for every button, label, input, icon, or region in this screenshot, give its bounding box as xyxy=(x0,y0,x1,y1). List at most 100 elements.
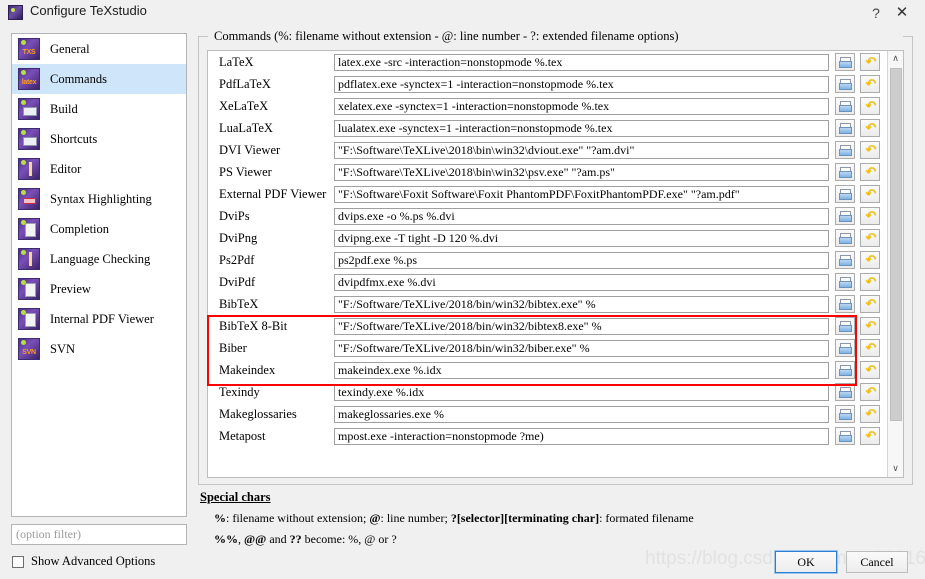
scroll-down-arrow-icon[interactable]: ∨ xyxy=(888,461,903,477)
special-chars-section: Special chars %: filename without extens… xyxy=(200,490,900,547)
browse-command-button[interactable] xyxy=(835,141,855,159)
browse-command-button[interactable] xyxy=(835,185,855,203)
command-value-input[interactable]: dvips.exe -o %.ps %.dvi xyxy=(334,207,829,225)
browse-command-button[interactable] xyxy=(835,273,855,291)
command-value-input[interactable]: "F:/Software/TeXLive/2018/bin/win32/bibe… xyxy=(334,339,829,357)
reset-command-button[interactable]: ↶ xyxy=(860,97,880,115)
command-row: DVI Viewer "F:\Software\TeXLive\2018\bin\… xyxy=(208,139,885,161)
command-value-input[interactable]: "F:\Software\TeXLive\2018\bin\win32\psv.… xyxy=(334,163,829,181)
reset-command-button[interactable]: ↶ xyxy=(860,273,880,291)
command-value-input[interactable]: "F:\Software\Foxit Software\Foxit Phanto… xyxy=(334,185,829,203)
icon-shape xyxy=(25,313,36,327)
ok-button[interactable]: OK xyxy=(774,550,838,574)
reset-command-button[interactable]: ↶ xyxy=(860,75,880,93)
undo-arrow-icon: ↶ xyxy=(865,77,877,92)
command-value-input[interactable]: lualatex.exe -synctex=1 -interaction=non… xyxy=(334,119,829,137)
sidebar-item-svn[interactable]: SVN SVN xyxy=(12,334,186,364)
help-button[interactable]: ? xyxy=(866,3,886,23)
sidebar-item-syntax-highlighting[interactable]: Syntax Highlighting xyxy=(12,184,186,214)
command-value-input[interactable]: ps2pdf.exe %.ps xyxy=(334,251,829,269)
undo-arrow-icon: ↶ xyxy=(865,275,877,290)
sidebar-item-internal-pdf-viewer[interactable]: Internal PDF Viewer xyxy=(12,304,186,334)
command-value-input[interactable]: pdflatex.exe -synctex=1 -interaction=non… xyxy=(334,75,829,93)
command-value-input[interactable]: "F:\Software\TeXLive\2018\bin\win32\dvio… xyxy=(334,141,829,159)
browse-command-button[interactable] xyxy=(835,427,855,445)
settings-category-list[interactable]: TXS General latex Commands Build Shortcuts Edi… xyxy=(11,33,187,517)
command-value-input[interactable]: dvipdfmx.exe %.dvi xyxy=(334,273,829,291)
special-chars-line-2: %%, @@ and ?? become: %, @ or ? xyxy=(214,532,900,547)
title-bar: Configure TeXstudio ? ✕ xyxy=(0,0,925,27)
sidebar-item-general[interactable]: TXS General xyxy=(12,34,186,64)
sidebar-item-shortcuts[interactable]: Shortcuts xyxy=(12,124,186,154)
browse-command-button[interactable] xyxy=(835,251,855,269)
reset-command-button[interactable]: ↶ xyxy=(860,141,880,159)
commands-icon: latex xyxy=(18,68,40,90)
browse-command-button[interactable] xyxy=(835,317,855,335)
folder-open-icon xyxy=(839,123,852,134)
browse-command-button[interactable] xyxy=(835,383,855,401)
sidebar-item-completion[interactable]: Completion xyxy=(12,214,186,244)
command-row: XeLaTeX xelatex.exe -synctex=1 -interacti… xyxy=(208,95,885,117)
reset-command-button[interactable]: ↶ xyxy=(860,163,880,181)
undo-arrow-icon: ↶ xyxy=(865,55,877,70)
command-name-label: BibTeX 8-Bit xyxy=(219,318,288,333)
sidebar-item-editor[interactable]: Editor xyxy=(12,154,186,184)
reset-command-button[interactable]: ↶ xyxy=(860,339,880,357)
command-value-input[interactable]: "F:/Software/TeXLive/2018/bin/win32/bibt… xyxy=(334,317,829,335)
folder-open-icon xyxy=(839,365,852,376)
reset-command-button[interactable]: ↶ xyxy=(860,427,880,445)
syntax-highlighting-icon xyxy=(18,188,40,210)
reset-command-button[interactable]: ↶ xyxy=(860,119,880,137)
command-value-input[interactable]: makeindex.exe %.idx xyxy=(334,361,829,379)
sidebar-item-build[interactable]: Build xyxy=(12,94,186,124)
command-value-input[interactable]: xelatex.exe -synctex=1 -interaction=nons… xyxy=(334,97,829,115)
reset-command-button[interactable]: ↶ xyxy=(860,361,880,379)
reset-command-button[interactable]: ↶ xyxy=(860,251,880,269)
browse-command-button[interactable] xyxy=(835,75,855,93)
close-icon[interactable]: ✕ xyxy=(892,3,912,23)
browse-command-button[interactable] xyxy=(835,339,855,357)
command-name-label: DviPs xyxy=(219,208,250,223)
command-value-input[interactable]: texindy.exe %.idx xyxy=(334,383,829,401)
commands-scroll-area[interactable]: LaTeX latex.exe -src -interaction=nonstop… xyxy=(207,50,904,478)
command-row: Metapost mpost.exe -interaction=nonstopmo… xyxy=(208,425,885,447)
browse-command-button[interactable] xyxy=(835,97,855,115)
browse-command-button[interactable] xyxy=(835,119,855,137)
option-filter-input[interactable]: (option filter) xyxy=(11,524,187,545)
reset-command-button[interactable]: ↶ xyxy=(860,229,880,247)
browse-command-button[interactable] xyxy=(835,229,855,247)
special-chars-selector-token: ?[selector][terminating char] xyxy=(450,511,600,525)
command-value-input[interactable]: makeglossaries.exe % xyxy=(334,405,829,423)
sidebar-item-preview[interactable]: Preview xyxy=(12,274,186,304)
sidebar-item-commands[interactable]: latex Commands xyxy=(12,64,186,94)
command-value-input[interactable]: latex.exe -src -interaction=nonstopmode … xyxy=(334,53,829,71)
command-value-input[interactable]: mpost.exe -interaction=nonstopmode ?me) xyxy=(334,427,829,445)
cancel-button[interactable]: Cancel xyxy=(846,551,908,573)
sidebar-item-label: Build xyxy=(50,101,78,116)
show-advanced-options-checkbox[interactable] xyxy=(12,555,24,568)
sidebar-item-language-checking[interactable]: Language Checking xyxy=(12,244,186,274)
reset-command-button[interactable]: ↶ xyxy=(860,383,880,401)
show-advanced-options-row[interactable]: Show Advanced Options xyxy=(12,554,155,569)
reset-command-button[interactable]: ↶ xyxy=(860,295,880,313)
reset-command-button[interactable]: ↶ xyxy=(860,53,880,71)
scroll-up-arrow-icon[interactable]: ∧ xyxy=(888,51,903,67)
browse-command-button[interactable] xyxy=(835,295,855,313)
command-value-input[interactable]: "F:/Software/TeXLive/2018/bin/win32/bibt… xyxy=(334,295,829,313)
browse-command-button[interactable] xyxy=(835,405,855,423)
browse-command-button[interactable] xyxy=(835,361,855,379)
browse-command-button[interactable] xyxy=(835,53,855,71)
reset-command-button[interactable]: ↶ xyxy=(860,185,880,203)
reset-command-button[interactable]: ↶ xyxy=(860,207,880,225)
scrollbar-thumb[interactable] xyxy=(890,68,902,421)
reset-command-button[interactable]: ↶ xyxy=(860,317,880,335)
language-checking-icon xyxy=(18,248,40,270)
reset-command-button[interactable]: ↶ xyxy=(860,405,880,423)
folder-open-icon xyxy=(839,79,852,90)
command-row: Makeglossaries makeglossaries.exe % ↶ xyxy=(208,403,885,425)
browse-command-button[interactable] xyxy=(835,207,855,225)
undo-arrow-icon: ↶ xyxy=(865,231,877,246)
command-value-input[interactable]: dvipng.exe -T tight -D 120 %.dvi xyxy=(334,229,829,247)
commands-scrollbar[interactable]: ∧ ∨ xyxy=(887,51,903,477)
browse-command-button[interactable] xyxy=(835,163,855,181)
